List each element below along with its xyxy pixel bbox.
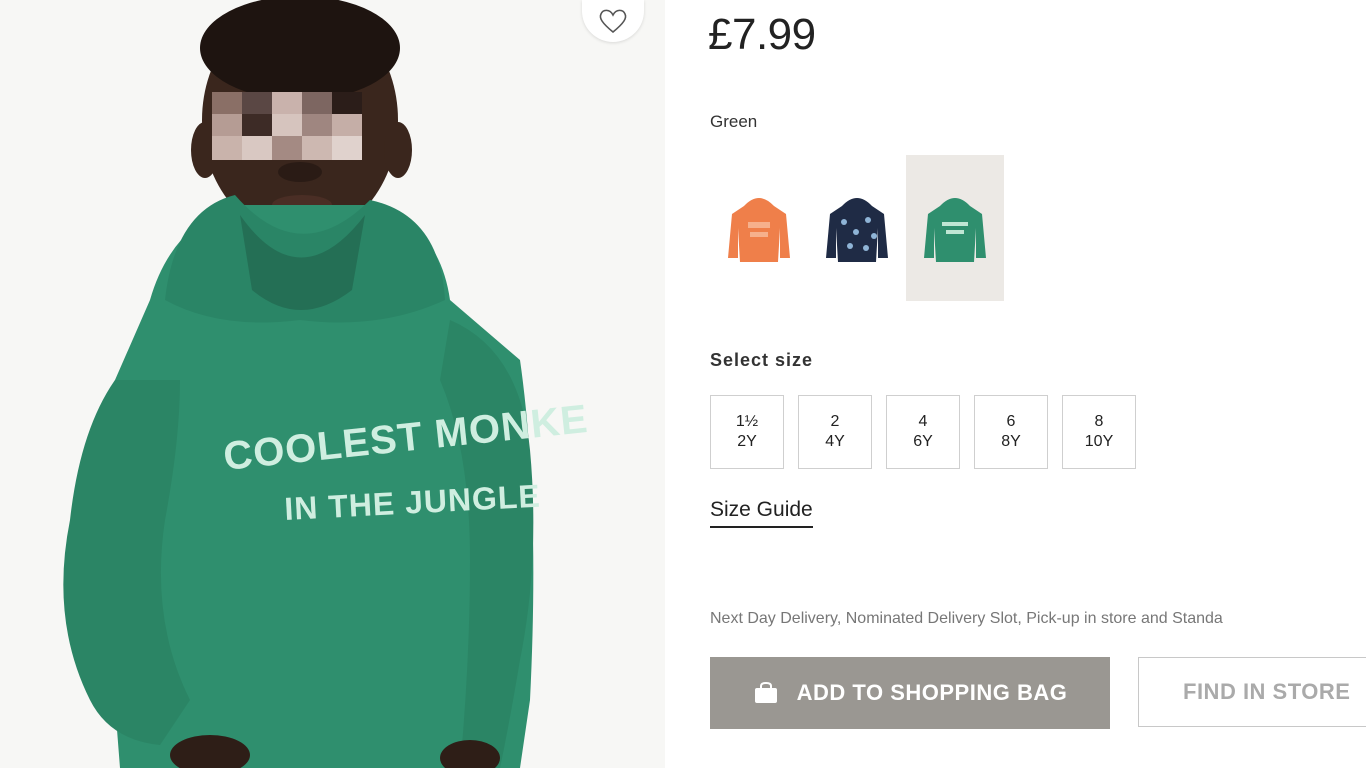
color-swatches [710, 155, 1004, 301]
product-page: COOLEST MONKE IN THE JUNGLE £7.99 Green [0, 0, 1366, 768]
selected-color-label: Green [710, 112, 758, 131]
size-year: 2Y [737, 433, 757, 450]
shopping-bag-icon [754, 682, 777, 703]
product-details: £7.99 Green Select size 1½ 2Y 2 4Y 4 6Y … [708, 0, 1366, 768]
size-guide-link[interactable]: Size Guide [710, 498, 813, 528]
find-in-store-label: FIND IN STORE [1183, 679, 1351, 704]
size-option-10y[interactable]: 8 10Y [1062, 395, 1136, 469]
size-age: 1½ [735, 413, 759, 430]
size-year: 8Y [1001, 433, 1021, 450]
add-to-bag-button[interactable]: ADD TO SHOPPING BAG [710, 657, 1110, 729]
size-options: 1½ 2Y 2 4Y 4 6Y 6 8Y 8 10Y [710, 395, 1136, 469]
delivery-options-text: Next Day Delivery, Nominated Delivery Sl… [710, 610, 1223, 627]
swatch-orange[interactable] [710, 155, 808, 301]
size-option-6y[interactable]: 4 6Y [886, 395, 960, 469]
heart-icon [599, 9, 627, 34]
swatch-green[interactable] [906, 155, 1004, 301]
orange-hoodie-thumbnail [728, 198, 790, 262]
product-price: £7.99 [708, 10, 816, 59]
size-year: 6Y [913, 433, 933, 450]
size-age: 2 [830, 413, 840, 430]
green-hoodie-thumbnail [924, 198, 986, 262]
size-age: 4 [918, 413, 928, 430]
size-year: 10Y [1084, 433, 1114, 450]
swatch-navy[interactable] [808, 155, 906, 301]
size-option-4y[interactable]: 2 4Y [798, 395, 872, 469]
add-to-bag-label: ADD TO SHOPPING BAG [796, 680, 1068, 705]
size-option-2y[interactable]: 1½ 2Y [710, 395, 784, 469]
pixelated-face-blur [212, 92, 362, 160]
select-size-label: Select size [710, 350, 814, 370]
product-image: COOLEST MONKE IN THE JUNGLE [0, 0, 665, 768]
size-option-8y[interactable]: 6 8Y [974, 395, 1048, 469]
size-age: 8 [1094, 413, 1104, 430]
size-year: 4Y [825, 433, 845, 450]
size-age: 6 [1006, 413, 1016, 430]
model-photo: COOLEST MONKE IN THE JUNGLE [0, 0, 665, 768]
navy-hoodie-thumbnail [826, 198, 888, 262]
find-in-store-button[interactable]: FIND IN STORE [1138, 657, 1366, 727]
